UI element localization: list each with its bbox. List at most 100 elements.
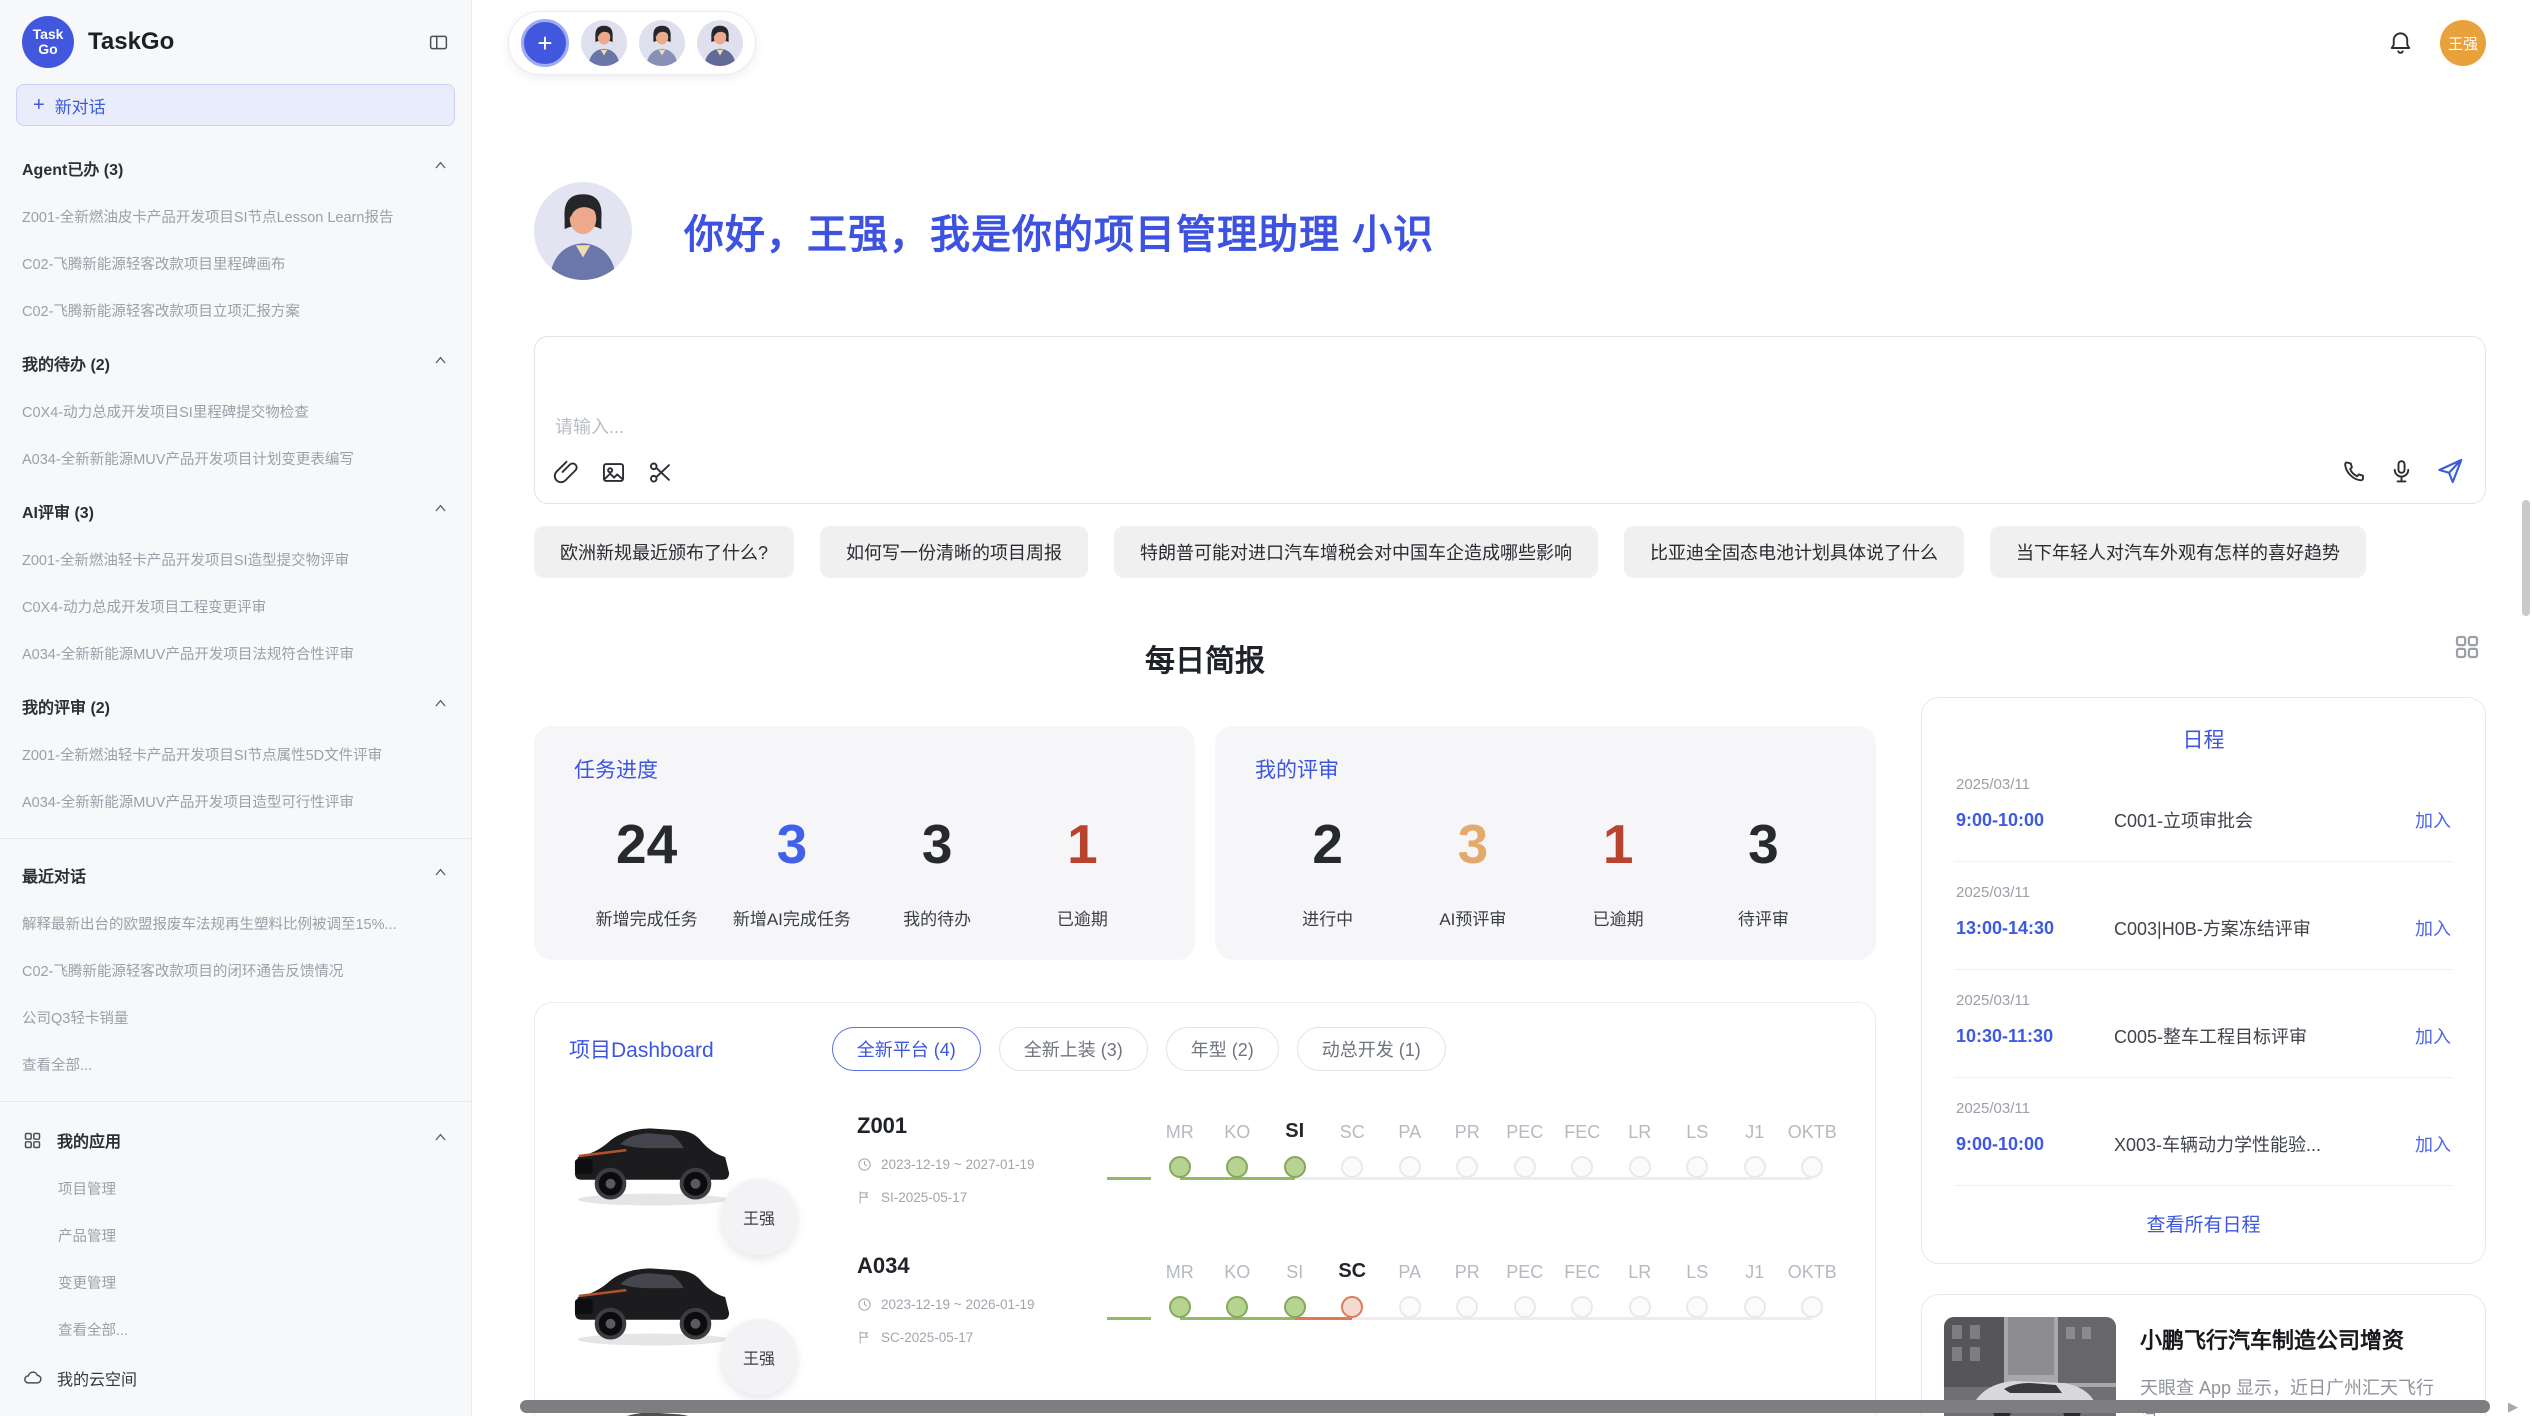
- list-item[interactable]: C02-飞腾新能源轻客改款项目里程碑画布: [16, 253, 455, 274]
- app-logo: Task Go: [22, 16, 74, 68]
- join-link[interactable]: 加入: [2415, 807, 2451, 833]
- section-title: 我的待办 (2): [22, 351, 110, 375]
- suggestion-chip[interactable]: 比亚迪全固态电池计划具体说了什么: [1624, 526, 1964, 578]
- add-assistant-button[interactable]: +: [521, 19, 569, 67]
- owner-badge: 王强: [721, 1319, 797, 1395]
- greeting-title: 你好，王强，我是你的项目管理助理 小识: [684, 202, 1434, 260]
- project-flag: SC-2025-05-17: [881, 1330, 973, 1345]
- daily-briefing-title: 每日简报: [534, 636, 1876, 680]
- milestone-pec: PEC: [1496, 1117, 1554, 1180]
- project-row[interactable]: 王强 Z001 2023-12-19 ~ 2027-01-19 SI-2025-…: [569, 1107, 1841, 1211]
- sidebar-item-change-mgmt[interactable]: 变更管理: [16, 1272, 455, 1293]
- user-avatar[interactable]: 王强: [2440, 20, 2486, 66]
- assistant-switcher: +: [508, 11, 756, 75]
- owner-badge: 王强: [721, 1179, 797, 1255]
- stat-label: 新增AI完成任务: [733, 905, 851, 930]
- timeline-lead-line: [1107, 1317, 1151, 1320]
- chevron-up-icon[interactable]: [432, 500, 449, 522]
- milestone-si: SI: [1266, 1117, 1324, 1180]
- list-item[interactable]: 公司Q3轻卡销量: [16, 1007, 455, 1028]
- tab-new-platform[interactable]: 全新平台 (4): [832, 1027, 981, 1071]
- scissors-icon[interactable]: [647, 459, 674, 491]
- task-progress-card: 任务进度 24新增完成任务 3新增AI完成任务 3我的待办 1已逾期: [534, 726, 1195, 960]
- new-chat-button[interactable]: + 新对话: [16, 84, 455, 126]
- tab-new-body[interactable]: 全新上装 (3): [999, 1027, 1148, 1071]
- phone-icon[interactable]: [2341, 458, 2368, 490]
- view-all-link[interactable]: 查看全部...: [16, 1319, 455, 1340]
- layout-grid-icon[interactable]: [2452, 632, 2482, 665]
- section-title: Agent已办 (3): [22, 156, 123, 180]
- list-item[interactable]: 解释最新出台的欧盟报废车法规再生塑料比例被调至15%...: [16, 913, 455, 934]
- list-item[interactable]: C0X4-动力总成开发项目SI里程碑提交物检查: [16, 401, 455, 422]
- sidebar-collapse-icon[interactable]: [428, 32, 449, 53]
- tab-powertrain[interactable]: 动总开发 (1): [1297, 1027, 1446, 1071]
- join-link[interactable]: 加入: [2415, 1023, 2451, 1049]
- schedule-item: 2025/03/11 9:00-10:00 X003-车辆动力学性能验... 加…: [1954, 1078, 2453, 1186]
- view-all-link[interactable]: 查看全部...: [16, 1054, 455, 1075]
- stat-value: 2: [1312, 814, 1343, 875]
- topbar: + 王强: [534, 10, 2486, 76]
- horizontal-scrollbar-thumb[interactable]: [520, 1400, 2490, 1413]
- suggestion-chip[interactable]: 特朗普可能对进口汽车增税会对中国车企造成哪些影响: [1114, 526, 1598, 578]
- message-composer[interactable]: 请输入...: [534, 336, 2486, 504]
- sidebar-item-cloud-space[interactable]: 我的云空间: [16, 1366, 455, 1390]
- list-item[interactable]: Z001-全新燃油轻卡产品开发项目SI节点属性5D文件评审: [16, 744, 455, 765]
- chevron-up-icon[interactable]: [432, 157, 449, 179]
- avatar[interactable]: [697, 20, 743, 66]
- attachment-icon[interactable]: [553, 459, 580, 491]
- image-icon[interactable]: [600, 459, 627, 491]
- vertical-scrollbar-thumb[interactable]: [2522, 500, 2530, 616]
- list-item[interactable]: Z001-全新燃油轻卡产品开发项目SI造型提交物评审: [16, 549, 455, 570]
- project-code: A034: [857, 1253, 1107, 1279]
- dashboard-tabs: 全新平台 (4) 全新上装 (3) 年型 (2) 动总开发 (1): [832, 1027, 1446, 1071]
- milestone-ko: KO: [1209, 1257, 1267, 1320]
- milestone-ls: LS: [1669, 1257, 1727, 1320]
- scroll-right-arrow-icon[interactable]: ▶: [2508, 1399, 2518, 1415]
- notification-bell-icon[interactable]: [2387, 30, 2414, 57]
- list-item[interactable]: C02-飞腾新能源轻客改款项目的闭环通告反馈情况: [16, 960, 455, 981]
- milestone-ko: KO: [1209, 1117, 1267, 1180]
- suggestion-chip[interactable]: 欧洲新规最近颁布了什么?: [534, 526, 794, 578]
- project-row[interactable]: 王强 A034 2023-12-19 ~ 2026-01-19 SC-2025-…: [569, 1247, 1841, 1351]
- list-item[interactable]: A034-全新新能源MUV产品开发项目法规符合性评审: [16, 643, 455, 664]
- stat-label: 新增完成任务: [596, 905, 698, 930]
- milestone-oktb: OKTB: [1784, 1117, 1842, 1180]
- send-icon[interactable]: [2435, 456, 2465, 491]
- chevron-up-icon[interactable]: [432, 864, 449, 886]
- avatar[interactable]: [639, 20, 685, 66]
- suggestion-chip[interactable]: 当下年轻人对汽车外观有怎样的喜好趋势: [1990, 526, 2366, 578]
- chevron-up-icon[interactable]: [432, 695, 449, 717]
- join-link[interactable]: 加入: [2415, 1131, 2451, 1157]
- app-root: Task Go TaskGo + 新对话 Agent已办 (3) Z001-全新…: [0, 0, 2532, 1416]
- logo-text-top: Task: [33, 27, 64, 42]
- list-item[interactable]: A034-全新新能源MUV产品开发项目造型可行性评审: [16, 791, 455, 812]
- microphone-icon[interactable]: [2388, 458, 2415, 490]
- card-title: 任务进度: [574, 754, 1155, 784]
- sidebar-item-product-mgmt[interactable]: 产品管理: [16, 1225, 455, 1246]
- section-title: 最近对话: [22, 863, 86, 887]
- suggestion-chip[interactable]: 如何写一份清晰的项目周报: [820, 526, 1088, 578]
- milestone-oktb: OKTB: [1784, 1257, 1842, 1320]
- sidebar-item-project-mgmt[interactable]: 项目管理: [16, 1178, 455, 1199]
- chevron-up-icon[interactable]: [432, 1129, 449, 1151]
- milestone-lr: LR: [1611, 1257, 1669, 1320]
- truck-image: [569, 1107, 737, 1211]
- join-link[interactable]: 加入: [2415, 915, 2451, 941]
- avatar[interactable]: [581, 20, 627, 66]
- section-agent-done: Agent已办 (3) Z001-全新燃油皮卡产品开发项目SI节点Lesson …: [16, 156, 455, 321]
- schedule-time: 10:30-11:30: [1956, 1026, 2114, 1047]
- assistant-avatar: [534, 182, 632, 280]
- stat-value: 1: [1067, 814, 1098, 875]
- milestone-ls: LS: [1669, 1117, 1727, 1180]
- list-item[interactable]: A034-全新新能源MUV产品开发项目计划变更表编写: [16, 448, 455, 469]
- logo-text-bottom: Go: [38, 42, 57, 57]
- sidebar-item-my-apps[interactable]: 我的应用: [16, 1128, 455, 1152]
- news-card[interactable]: 小鹏飞行汽车制造公司增资 天眼查 App 显示，近日广州汇天飞行汽...: [1921, 1294, 2486, 1416]
- list-item[interactable]: C0X4-动力总成开发项目工程变更评审: [16, 596, 455, 617]
- tab-model-year[interactable]: 年型 (2): [1166, 1027, 1279, 1071]
- list-item[interactable]: Z001-全新燃油皮卡产品开发项目SI节点Lesson Learn报告: [16, 206, 455, 227]
- list-item[interactable]: C02-飞腾新能源轻客改款项目立项汇报方案: [16, 300, 455, 321]
- view-all-schedule-link[interactable]: 查看所有日程: [1954, 1186, 2453, 1249]
- my-apps-label: 我的应用: [57, 1128, 418, 1152]
- chevron-up-icon[interactable]: [432, 352, 449, 374]
